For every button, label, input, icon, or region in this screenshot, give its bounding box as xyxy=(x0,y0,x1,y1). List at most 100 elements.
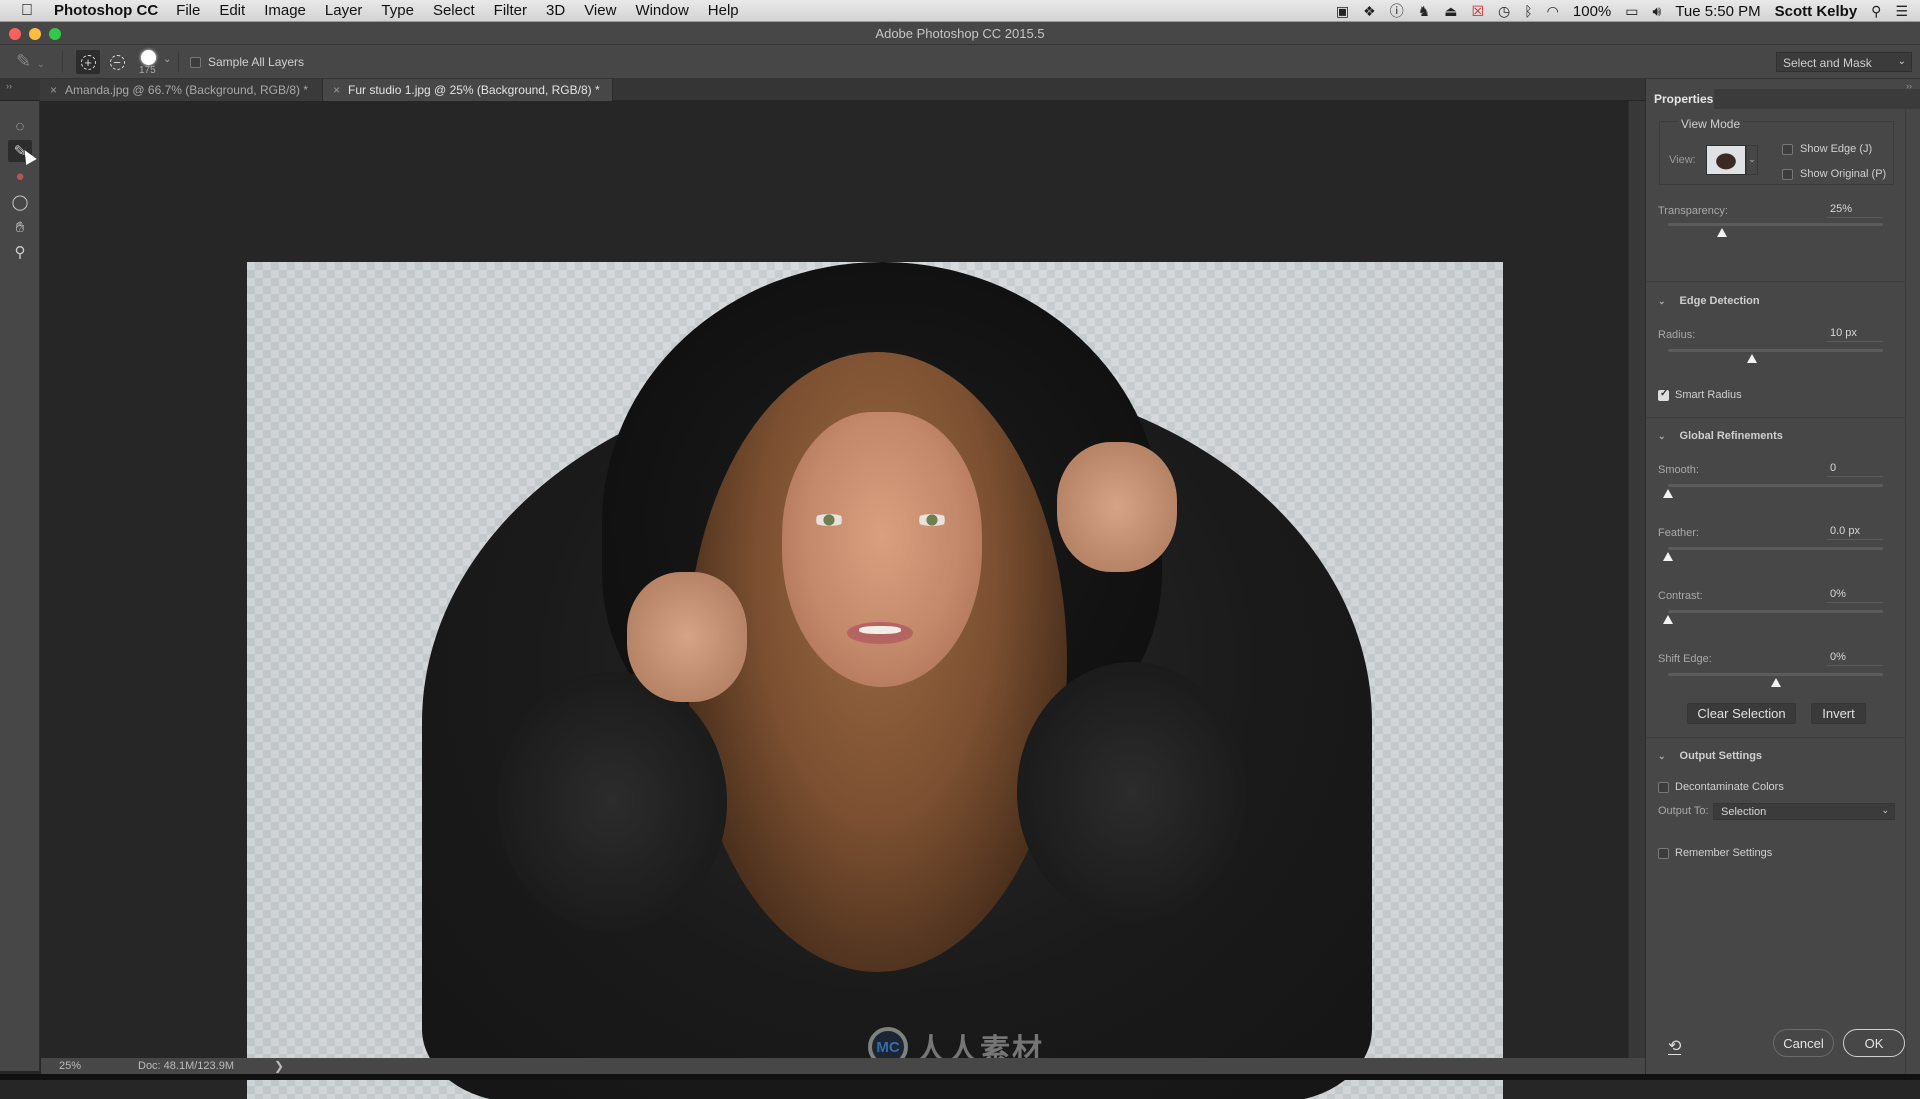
properties-panel: ›› Properties View Mode View: ⌄ Show Edg… xyxy=(1645,79,1920,1074)
smooth-value[interactable]: 0 xyxy=(1827,462,1883,477)
zoom-level[interactable]: 25% xyxy=(59,1060,81,1072)
apple-menu-icon[interactable]:  xyxy=(0,2,54,20)
show-edge-checkbox[interactable]: Show Edge (J) xyxy=(1782,143,1872,155)
sample-all-layers-label: Sample All Layers xyxy=(208,55,305,69)
battery-icon[interactable]: ▭ xyxy=(1625,3,1638,20)
subtract-from-selection-button[interactable]: − xyxy=(105,50,129,74)
decontaminate-colors-label: Decontaminate Colors xyxy=(1675,781,1784,793)
zoom-tool[interactable]: ⚲ xyxy=(8,241,32,263)
shift-edge-label: Shift Edge: xyxy=(1658,653,1712,665)
shift-edge-slider-thumb[interactable] xyxy=(1770,678,1781,687)
bluetooth-icon[interactable]: ᛒ xyxy=(1524,3,1532,19)
airplay-icon[interactable]: ⏏ xyxy=(1444,3,1457,20)
contrast-slider-thumb[interactable] xyxy=(1663,615,1673,624)
menu-window[interactable]: Window xyxy=(635,2,688,19)
close-tab-icon[interactable]: × xyxy=(50,83,57,97)
menu-layer[interactable]: Layer xyxy=(325,2,363,19)
transparency-slider[interactable] xyxy=(1668,223,1883,226)
checkbox-icon[interactable] xyxy=(1782,143,1793,155)
global-refinements-header[interactable]: ⌄ Global Refinements xyxy=(1658,430,1783,442)
image-canvas[interactable] xyxy=(247,262,1503,1099)
smooth-slider-thumb[interactable] xyxy=(1663,489,1673,498)
sample-all-layers-checkbox[interactable]: Sample All Layers xyxy=(190,55,304,69)
workspace-dropdown[interactable]: Select and Mask ⌄ xyxy=(1776,52,1912,72)
brush-icon: ● xyxy=(15,167,25,185)
cancel-button[interactable]: Cancel xyxy=(1773,1029,1834,1057)
chevron-down-icon: ⌄ xyxy=(1658,750,1666,761)
checkbox-icon[interactable] xyxy=(1658,847,1669,859)
clock[interactable]: Tue 5:50 PM xyxy=(1675,3,1760,20)
menu-type[interactable]: Type xyxy=(381,2,414,19)
window-title: Adobe Photoshop CC 2015.5 xyxy=(875,26,1045,41)
invert-button[interactable]: Invert xyxy=(1811,703,1866,724)
notification-center-icon[interactable]: ☰ xyxy=(1895,3,1908,20)
volume-icon[interactable]: 🔊︎ xyxy=(1653,3,1662,20)
radius-value[interactable]: 10 px xyxy=(1827,327,1883,342)
smart-radius-checkbox[interactable]: Smart Radius xyxy=(1658,388,1742,401)
workspace-dropdown-label: Select and Mask xyxy=(1783,56,1872,70)
add-to-selection-button[interactable]: + xyxy=(76,50,100,74)
quick-selection-tool[interactable]: ◌ xyxy=(8,115,32,137)
view-mode-chevron-icon[interactable]: ⌄ xyxy=(1746,145,1758,175)
feather-slider[interactable] xyxy=(1668,547,1883,550)
brush-preview-icon[interactable] xyxy=(141,50,156,65)
tool-preset-picker[interactable]: ✎ ⌄ xyxy=(16,51,56,73)
checkbox-icon[interactable] xyxy=(1658,781,1669,793)
menu-3d[interactable]: 3D xyxy=(546,2,565,19)
brush-picker-chevron-icon[interactable]: ⌄ xyxy=(163,54,171,65)
reset-icon[interactable]: ⟲ xyxy=(1668,1039,1682,1055)
properties-tab[interactable]: Properties xyxy=(1646,89,1714,109)
contrast-value[interactable]: 0% xyxy=(1827,588,1883,603)
shift-edge-value[interactable]: 0% xyxy=(1827,651,1883,666)
collapse-tools-icon[interactable]: ›› xyxy=(6,81,12,91)
transparency-slider-thumb[interactable] xyxy=(1716,228,1727,237)
checkbox-icon[interactable] xyxy=(1782,168,1793,180)
radius-slider[interactable] xyxy=(1668,349,1883,352)
tab-amanda[interactable]: × Amanda.jpg @ 66.7% (Background, RGB/8) … xyxy=(40,79,323,101)
menu-image[interactable]: Image xyxy=(264,2,306,19)
menu-view[interactable]: View xyxy=(584,2,616,19)
ok-button[interactable]: OK xyxy=(1843,1029,1905,1057)
menu-filter[interactable]: Filter xyxy=(494,2,527,19)
show-original-checkbox[interactable]: Show Original (P) xyxy=(1782,168,1886,180)
brush-tool[interactable]: ● xyxy=(8,165,32,187)
evernote-icon[interactable]: ♞ xyxy=(1418,3,1431,20)
shift-edge-slider[interactable] xyxy=(1668,673,1883,676)
view-mode-thumbnail[interactable] xyxy=(1706,145,1746,175)
time-machine-icon[interactable]: ◷ xyxy=(1498,3,1510,20)
camera-icon[interactable]: ▣ xyxy=(1336,3,1349,20)
menu-app-name[interactable]: Photoshop CC xyxy=(54,2,158,19)
remember-settings-checkbox[interactable]: Remember Settings xyxy=(1658,847,1772,859)
transparency-value[interactable]: 25% xyxy=(1827,203,1883,218)
dropbox-icon[interactable]: ❖ xyxy=(1363,3,1376,20)
checkbox-checked-icon[interactable] xyxy=(1658,388,1669,401)
edge-detection-header[interactable]: ⌄ Edge Detection xyxy=(1658,295,1760,307)
close-tab-icon[interactable]: × xyxy=(333,83,340,97)
checkbox-icon[interactable] xyxy=(190,56,201,68)
smooth-slider[interactable] xyxy=(1668,484,1883,487)
radius-slider-thumb[interactable] xyxy=(1746,354,1757,363)
output-to-dropdown[interactable]: Selection ⌄ xyxy=(1713,803,1895,820)
vertical-scrollbar[interactable] xyxy=(1628,101,1645,1058)
status-menu-arrow-icon[interactable]: ❯ xyxy=(274,1059,284,1073)
spotlight-search-icon[interactable]: ⚲ xyxy=(1871,3,1881,20)
right-sleeve-cuff xyxy=(1017,662,1247,922)
menu-help[interactable]: Help xyxy=(708,2,739,19)
document-window[interactable] xyxy=(41,101,1628,1099)
menu-select[interactable]: Select xyxy=(433,2,475,19)
output-settings-header[interactable]: ⌄ Output Settings xyxy=(1658,750,1762,762)
clear-selection-button[interactable]: Clear Selection xyxy=(1687,703,1796,724)
feather-slider-thumb[interactable] xyxy=(1663,552,1673,561)
contrast-slider[interactable] xyxy=(1668,610,1883,613)
hand-tool[interactable]: ✋︎ xyxy=(8,216,32,238)
display-mirroring-icon[interactable]: ☒ xyxy=(1471,3,1484,20)
tab-fur-studio[interactable]: × Fur studio 1.jpg @ 25% (Background, RGB… xyxy=(323,79,613,101)
feather-value[interactable]: 0.0 px xyxy=(1827,525,1883,540)
lasso-tool[interactable]: ◯ xyxy=(8,191,32,213)
1password-icon[interactable]: ⓘ xyxy=(1390,1,1404,21)
wifi-icon[interactable]: ◠ xyxy=(1547,3,1559,20)
decontaminate-colors-checkbox[interactable]: Decontaminate Colors xyxy=(1658,781,1784,793)
menu-edit[interactable]: Edit xyxy=(219,2,245,19)
user-name[interactable]: Scott Kelby xyxy=(1775,3,1858,20)
menu-file[interactable]: File xyxy=(176,2,200,19)
